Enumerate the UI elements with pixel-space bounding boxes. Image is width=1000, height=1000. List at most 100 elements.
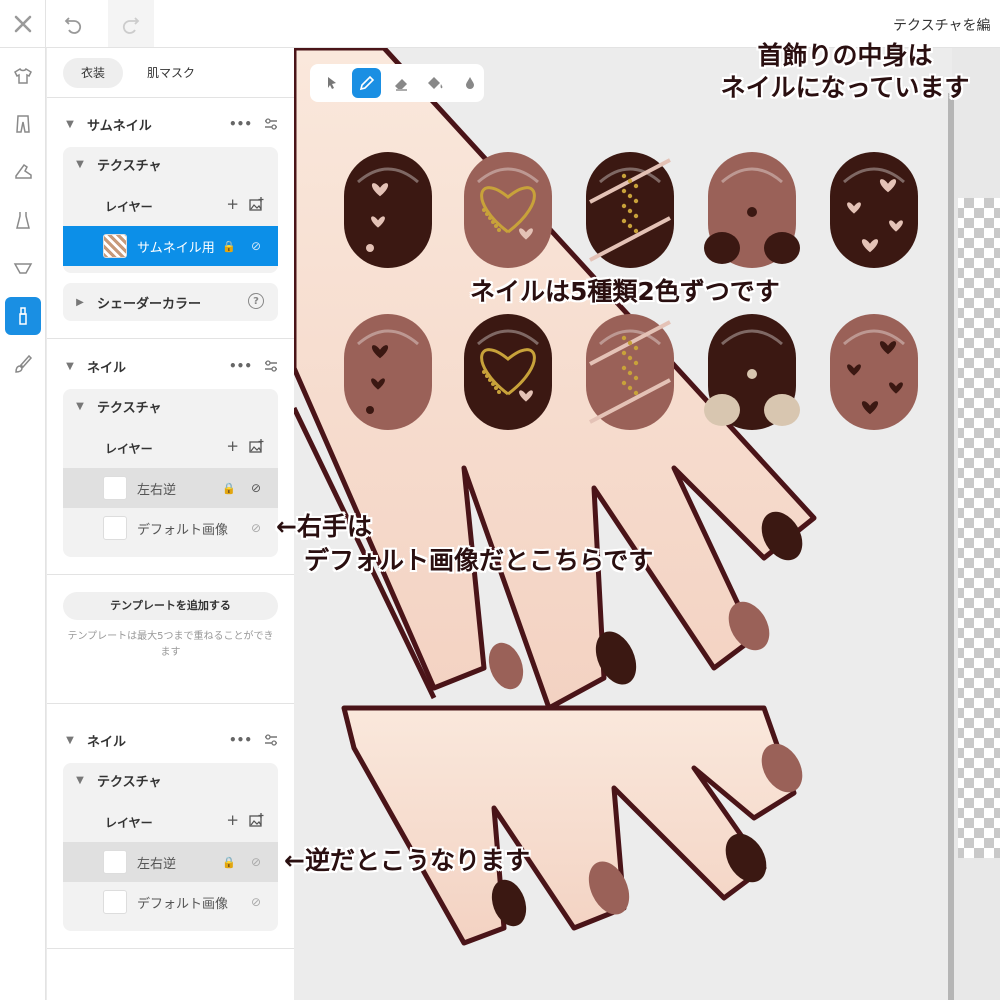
nail-design-dot-pattern [704, 152, 800, 268]
nail-design-pink-hearts-on-dark [830, 152, 918, 268]
texture-group-header[interactable]: ▼ テクスチャ [73, 397, 161, 416]
rail-item-nails[interactable] [0, 296, 46, 336]
lock-icon[interactable]: 🔒 [222, 240, 236, 253]
add-image-icon[interactable] [249, 439, 264, 453]
rail-item-bottoms[interactable] [0, 104, 46, 144]
nail-design-gold-glitter-stripe [586, 152, 674, 268]
rail-item-tops[interactable] [0, 56, 46, 96]
add-image-icon[interactable] [249, 813, 264, 827]
section-thumbnail-header[interactable]: ▼ サムネイル ••• [63, 112, 278, 136]
chevron-down-icon: ▼ [66, 118, 74, 130]
redo-button[interactable] [108, 0, 154, 47]
layer-thumbnail [103, 476, 127, 500]
eye-off-icon[interactable]: ⊘ [248, 855, 264, 869]
more-icon[interactable]: ••• [229, 733, 252, 747]
shader-color-row[interactable]: ▶ シェーダーカラー ? [63, 283, 278, 321]
chevron-down-icon: ▼ [66, 360, 74, 372]
pencil-icon [359, 75, 374, 91]
add-layer-icon[interactable]: + [226, 195, 239, 213]
annotation-line: 首飾りの中身は [757, 41, 933, 70]
nail-design-gold-heart-outline [464, 152, 552, 268]
annotation-line: ネイルになっています [720, 73, 970, 102]
divider [47, 948, 294, 949]
annotation-nail-kinds: ネイルは5種類2色ずつです [470, 277, 780, 306]
layer-row[interactable]: サムネイル用 🔒 ⊘ [63, 226, 278, 266]
divider [47, 338, 294, 339]
layer-name: デフォルト画像 [137, 522, 229, 538]
eye-off-icon[interactable]: ⊘ [248, 481, 264, 495]
layer-name: サムネイル用 [137, 240, 215, 256]
layer-row[interactable]: 左右逆 🔒 ⊘ [63, 468, 278, 508]
rail-item-shoes[interactable] [0, 152, 46, 192]
chevron-down-icon: ▼ [66, 734, 74, 746]
section-nail-header[interactable]: ▼ ネイル ••• [63, 354, 278, 378]
tab-outfit[interactable]: 衣装 [63, 58, 124, 88]
section-title: ネイル [87, 360, 127, 376]
nail-design-dark-hearts-on-pink-2 [830, 314, 918, 430]
category-rail [0, 48, 46, 1000]
texture-preview-checker [958, 198, 1000, 858]
more-icon[interactable]: ••• [229, 359, 252, 373]
layer-name: 左右逆 [137, 482, 177, 498]
select-tool[interactable] [318, 68, 346, 98]
eye-off-icon[interactable]: ⊘ [248, 895, 264, 909]
rail-item-underwear[interactable] [0, 248, 46, 288]
add-image-icon[interactable] [249, 197, 264, 211]
divider [47, 97, 294, 98]
close-button[interactable] [0, 0, 46, 47]
lock-icon[interactable]: 🔒 [222, 856, 236, 869]
cursor-icon [328, 77, 337, 89]
nail-design-cream-dots-on-dark [704, 314, 800, 430]
section-nail-header[interactable]: ▼ ネイル ••• [63, 728, 278, 752]
group-title: テクスチャ [97, 159, 162, 174]
close-icon [14, 15, 31, 32]
layer-thumbnail [103, 516, 127, 540]
layer-thumbnail [103, 234, 127, 258]
group-title: テクスチャ [97, 775, 162, 790]
rail-item-brush[interactable] [0, 344, 46, 384]
chevron-down-icon: ▼ [76, 159, 84, 170]
chevron-down-icon: ▼ [76, 401, 84, 412]
undo-button[interactable] [50, 0, 96, 47]
adjust-icon[interactable] [264, 360, 278, 372]
adjust-icon[interactable] [264, 734, 278, 746]
texture-group-header[interactable]: ▼ テクスチャ [73, 771, 161, 790]
layer-thumbnail [103, 890, 127, 914]
annotation-necklace: 首飾りの中身は ネイルになっています [700, 40, 990, 104]
fill-tool[interactable] [421, 68, 449, 98]
eraser-tool[interactable] [387, 68, 415, 98]
layer-name: デフォルト画像 [137, 896, 229, 912]
add-layer-icon[interactable]: + [226, 811, 239, 829]
shirt-icon [14, 67, 32, 84]
rail-item-dress[interactable] [0, 200, 46, 240]
add-template-button[interactable]: テンプレートを追加する [63, 592, 278, 620]
texture-group-header[interactable]: ▼ テクスチャ [73, 155, 161, 174]
help-icon[interactable]: ? [248, 293, 264, 309]
eye-off-icon[interactable]: ⊘ [248, 521, 264, 535]
layer-row[interactable]: デフォルト画像 ⊘ [63, 508, 278, 548]
layer-row[interactable]: 左右逆 🔒 ⊘ [63, 842, 278, 882]
chevron-down-icon: ▼ [76, 775, 84, 786]
lock-icon[interactable]: 🔒 [222, 482, 236, 495]
tab-skin-mask[interactable]: 肌マスク [129, 58, 213, 88]
eye-off-icon[interactable]: ⊘ [248, 239, 264, 253]
adjust-icon[interactable] [264, 118, 278, 130]
annotation-right-hand-2: デフォルト画像だとこちらです [304, 546, 654, 575]
add-layer-icon[interactable]: + [226, 437, 239, 455]
edit-panel: 衣装 肌マスク ▼ サムネイル ••• ▼ テクスチャ レイヤー + サムネイル… [47, 48, 294, 1000]
pencil-tool[interactable] [352, 68, 381, 98]
divider [47, 703, 294, 704]
pants-icon [16, 115, 30, 133]
more-icon[interactable]: ••• [229, 117, 252, 131]
nail-design-light-hearts-on-dark [344, 152, 432, 268]
layers-label: レイヤー [105, 816, 153, 830]
underwear-icon [13, 263, 33, 274]
redo-icon [122, 16, 140, 34]
dropper-tool[interactable] [456, 68, 484, 98]
nail-design-gold-heart-on-dark [464, 314, 552, 430]
section-title: サムネイル [87, 118, 152, 134]
layer-thumbnail [103, 850, 127, 874]
eraser-icon [395, 79, 408, 91]
layer-row[interactable]: デフォルト画像 ⊘ [63, 882, 278, 922]
annotation-reverse: ←逆だとこうなります [284, 846, 530, 875]
